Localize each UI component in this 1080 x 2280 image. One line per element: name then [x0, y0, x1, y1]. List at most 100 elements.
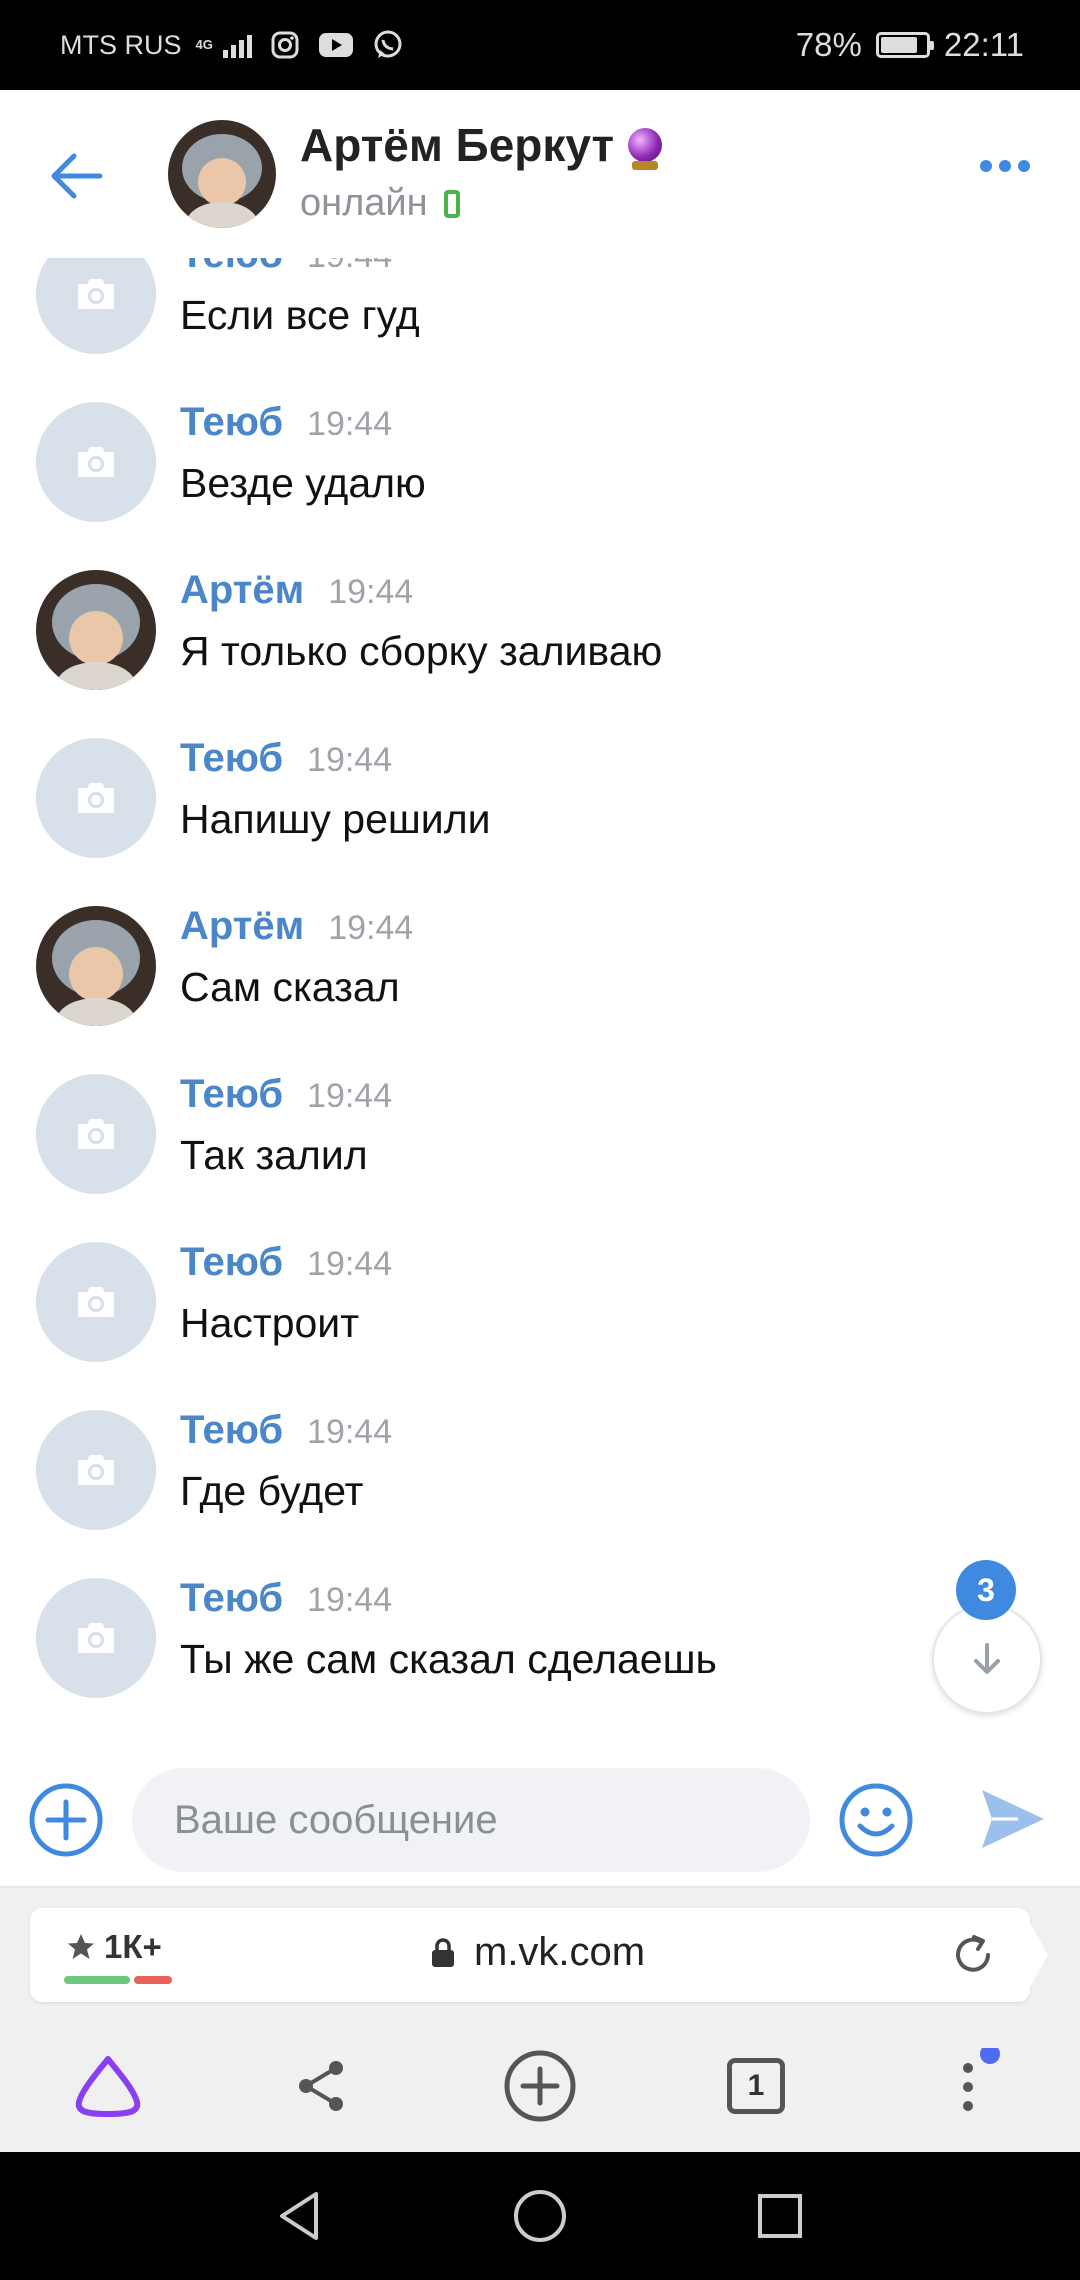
- browser-address-area: 1К+ m.vk.com: [0, 1888, 1080, 2012]
- share-button[interactable]: [282, 2046, 362, 2126]
- rating-bars: [64, 1976, 172, 1984]
- tabs-button[interactable]: 1: [716, 2046, 796, 2126]
- message-header: Теюб 19:44: [180, 1072, 392, 1117]
- arrow-down-icon: [974, 1643, 1000, 1674]
- url-field[interactable]: m.vk.com: [430, 1930, 645, 1975]
- message-item[interactable]: Теюб 19:44 Так залил: [0, 1072, 1080, 1242]
- message-header: Теюб 19:44: [180, 1576, 392, 1621]
- alice-button[interactable]: [68, 2046, 148, 2126]
- message-item[interactable]: Теюб 19:44 Если все гуд: [0, 258, 1080, 402]
- message-text: Так залил: [180, 1132, 368, 1178]
- message-item[interactable]: Теюб 19:44 Напишу решили: [0, 736, 1080, 906]
- message-author[interactable]: Теюб: [180, 400, 283, 445]
- reload-button[interactable]: [950, 1932, 996, 1978]
- message-time: 19:44: [328, 909, 414, 947]
- message-input[interactable]: [132, 1768, 810, 1872]
- message-header: Теюб 19:44: [180, 400, 392, 445]
- system-home-button[interactable]: [504, 2180, 576, 2252]
- more-button[interactable]: [980, 160, 1030, 172]
- message-header: Артём 19:44: [180, 904, 413, 949]
- star-icon: [68, 1934, 94, 1959]
- phone-icon: [443, 189, 460, 218]
- lock-icon: [432, 1937, 454, 1967]
- author-avatar[interactable]: [36, 570, 156, 690]
- camera-icon[interactable]: [36, 1410, 156, 1530]
- message-item[interactable]: Теюб 19:44 Настроит: [0, 1240, 1080, 1410]
- status-bar: MTS RUS 4G 78% 22:11: [0, 0, 1080, 90]
- new-tab-button[interactable]: [500, 2046, 580, 2126]
- contact-status-row: онлайн: [300, 182, 460, 225]
- message-author[interactable]: Теюб: [180, 1408, 283, 1453]
- message-author[interactable]: Теюб: [180, 1072, 283, 1117]
- chat-header: Артём Беркут онлайн: [0, 90, 1080, 258]
- scroll-down-button[interactable]: [932, 1604, 1042, 1714]
- camera-icon[interactable]: [36, 1578, 156, 1698]
- message-text: Где будет: [180, 1468, 364, 1514]
- camera-icon[interactable]: [36, 1242, 156, 1362]
- message-time: 19:44: [307, 1077, 393, 1115]
- crystal-ball-icon: [628, 128, 663, 170]
- system-back-button[interactable]: [264, 2180, 336, 2252]
- more-icon: [980, 160, 992, 172]
- browser-menu-button[interactable]: [934, 2046, 1014, 2126]
- camera-icon[interactable]: [36, 1074, 156, 1194]
- message-time: 19:44: [328, 573, 414, 611]
- camera-icon[interactable]: [36, 402, 156, 522]
- instagram-icon: [270, 30, 300, 60]
- message-item[interactable]: Теюб 19:44 Везде удалю: [0, 400, 1080, 570]
- plus-circle-icon: [29, 1783, 103, 1857]
- battery-icon: [875, 32, 934, 58]
- attach-button[interactable]: [28, 1782, 104, 1858]
- message-list[interactable]: Теюб 19:44 Если все гуд Теюб 19:44 Везде удал…: [0, 258, 1080, 1738]
- message-author[interactable]: Теюб: [180, 258, 283, 277]
- message-time: 19:44: [307, 258, 392, 276]
- contact-avatar[interactable]: [168, 120, 276, 228]
- unread-count-badge: 3: [956, 1560, 1016, 1620]
- message-author[interactable]: Теюб: [180, 1240, 283, 1285]
- message-time: 19:44: [307, 405, 393, 443]
- message-author[interactable]: Теюб: [180, 1576, 283, 1621]
- message-time: 19:44: [307, 1413, 393, 1451]
- contact-name-row[interactable]: Артём Беркут: [300, 118, 663, 172]
- emoji-button[interactable]: [838, 1782, 914, 1858]
- camera-icon[interactable]: [36, 258, 156, 354]
- message-composer: [0, 1738, 1080, 1888]
- plus-circle-icon: [504, 2050, 576, 2122]
- message-text: Напишу решили: [180, 796, 491, 842]
- message-time: 19:44: [307, 1581, 393, 1619]
- message-author[interactable]: Артём: [180, 568, 304, 613]
- clock: 22:11: [943, 26, 1024, 63]
- url-text: m.vk.com: [474, 1930, 646, 1974]
- site-rating[interactable]: 1К+: [66, 1928, 162, 1966]
- network-type: 4G: [195, 37, 213, 52]
- send-button[interactable]: [978, 1784, 1048, 1854]
- back-arrow-icon: [51, 153, 103, 199]
- rating-bar-green: [64, 1976, 130, 1984]
- message-text: Если все гуд: [180, 292, 420, 338]
- message-header: Теюб 19:44: [180, 736, 392, 781]
- battery-fill: [880, 37, 917, 53]
- contact-name: Артём Беркут: [300, 119, 615, 171]
- message-item[interactable]: Теюб 19:44 Ты же сам сказал сделаешь: [0, 1576, 1080, 1738]
- message-text: Я только сборку заливаю: [180, 628, 663, 674]
- message-item[interactable]: Артём 19:44 Я только сборку заливаю: [0, 568, 1080, 738]
- system-recents-button[interactable]: [744, 2180, 816, 2252]
- message-header: Теюб 19:44: [180, 1240, 392, 1285]
- message-author[interactable]: Артём: [180, 904, 304, 949]
- camera-icon[interactable]: [36, 738, 156, 858]
- circle-home-icon: [514, 2190, 566, 2242]
- message-time: 19:44: [307, 1245, 393, 1283]
- rating-count: 1К+: [104, 1928, 162, 1965]
- author-avatar[interactable]: [36, 906, 156, 1026]
- message-time: 19:44: [307, 741, 393, 779]
- message-item[interactable]: Артём 19:44 Сам сказал: [0, 904, 1080, 1074]
- battery-percent: 78%: [795, 26, 862, 63]
- signal-icon: [222, 32, 252, 58]
- message-author[interactable]: Теюб: [180, 736, 283, 781]
- back-button[interactable]: [44, 144, 108, 208]
- message-item[interactable]: Теюб 19:44 Где будет: [0, 1408, 1080, 1578]
- address-bar[interactable]: 1К+ m.vk.com: [30, 1908, 1048, 2002]
- status-bar-right: 78% 22:11: [796, 0, 1024, 90]
- online-status: онлайн: [300, 182, 428, 224]
- message-text: Ты же сам сказал сделаешь: [180, 1636, 717, 1682]
